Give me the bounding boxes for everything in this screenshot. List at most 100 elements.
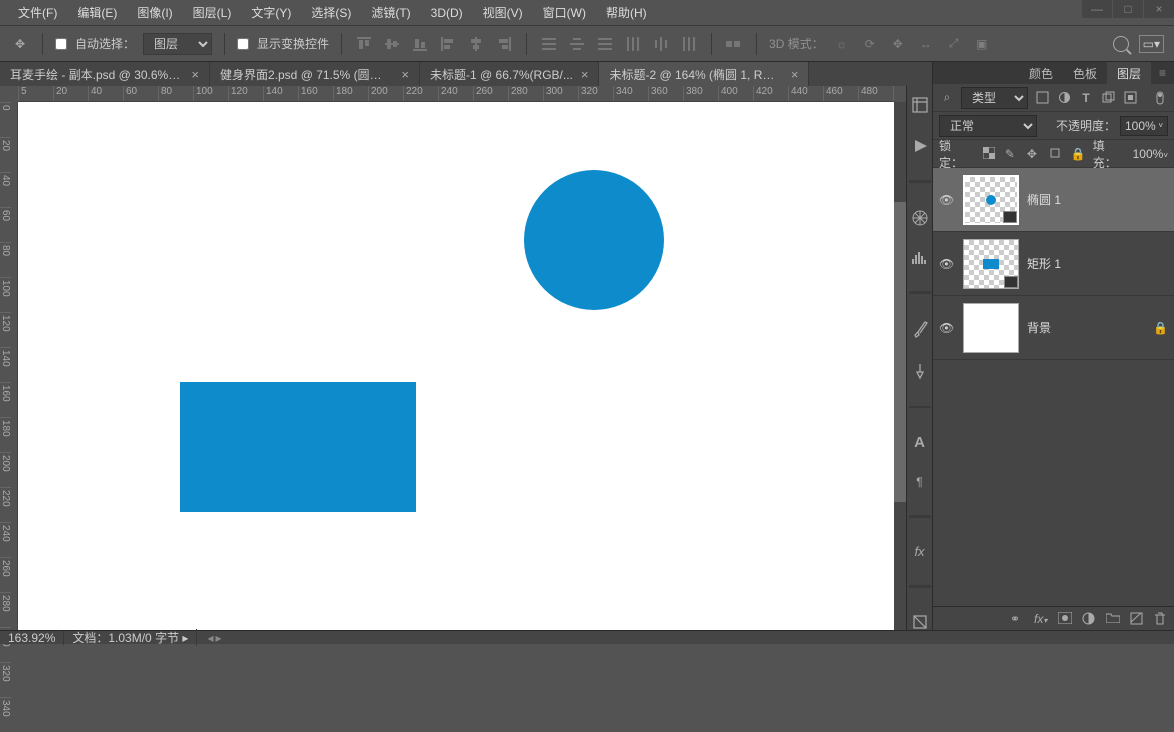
layer-thumbnail[interactable] [963,239,1019,289]
align-top-icon[interactable] [354,34,374,54]
menu-4[interactable]: 文字(Y) [241,0,301,25]
filter-type-dropdown[interactable]: 类型 [961,87,1028,109]
tab-close-icon[interactable]: × [401,67,409,82]
menu-5[interactable]: 选择(S) [301,0,361,25]
auto-select-checkbox[interactable] [55,38,67,50]
lock-transparent-icon[interactable] [983,147,997,161]
orbit-3d-icon[interactable]: ☼ [832,34,852,54]
character-panel-icon[interactable]: A [911,434,929,451]
rectangle-shape[interactable] [180,382,416,512]
panel-tab-layers[interactable]: 图层 [1107,62,1151,85]
tab-close-icon[interactable]: × [581,67,589,82]
delete-layer-icon[interactable] [1154,612,1168,626]
document-tab-1[interactable]: 健身界面2.psd @ 71.5% (圆角矩...× [210,62,420,86]
align-vcenter-icon[interactable] [382,34,402,54]
distribute-vcenter-icon[interactable] [567,34,587,54]
tab-close-icon[interactable]: × [791,67,799,82]
filter-shape-icon[interactable] [1100,90,1116,106]
history-icon[interactable] [911,96,929,114]
doc-info[interactable]: 文档：1.03M/0 字节 ▸ [64,629,197,646]
adjustment-layer-icon[interactable]: ▾ [1082,612,1096,626]
layer-name[interactable]: 矩形 1 [1027,255,1061,272]
layer-mask-icon[interactable] [1058,612,1072,626]
align-left-icon[interactable] [438,34,458,54]
close-button[interactable]: × [1144,0,1174,18]
menu-6[interactable]: 滤镜(T) [361,0,420,25]
layer-row-1[interactable]: 👁 矩形 1 [933,232,1174,296]
blend-mode-dropdown[interactable]: 正常 [939,115,1037,137]
menu-2[interactable]: 图像(I) [127,0,182,25]
scroll-right-icon[interactable]: ▸ [215,631,221,645]
auto-select-dropdown[interactable]: 图层 [143,33,212,55]
share-icon[interactable]: ▭▾ [1139,35,1164,53]
pan-3d-icon[interactable]: ✥ [888,34,908,54]
distribute-top-icon[interactable] [539,34,559,54]
slide-3d-icon[interactable]: ↔ [916,34,936,54]
visibility-icon[interactable]: 👁 [939,321,955,335]
visibility-icon[interactable]: 👁 [939,257,955,271]
distribute-left-icon[interactable] [623,34,643,54]
show-transform-checkbox[interactable] [237,38,249,50]
document-tab-0[interactable]: 耳麦手绘 - 副本.psd @ 30.6% (...× [0,62,210,86]
tab-close-icon[interactable]: × [191,67,199,82]
camera-3d-icon[interactable]: ▣ [972,34,992,54]
align-bottom-icon[interactable] [410,34,430,54]
align-hcenter-icon[interactable] [466,34,486,54]
layer-thumbnail[interactable] [963,175,1019,225]
menu-9[interactable]: 窗口(W) [533,0,596,25]
document-tab-2[interactable]: 未标题-1 @ 66.7%(RGB/...× [420,62,599,86]
layer-row-0[interactable]: 👁 椭圆 1 [933,168,1174,232]
roll-3d-icon[interactable]: ⟳ [860,34,880,54]
layer-fx-icon[interactable]: fx▾ [1034,612,1048,626]
layer-name[interactable]: 椭圆 1 [1027,191,1061,208]
layer-thumbnail[interactable] [963,303,1019,353]
distribute-hcenter-icon[interactable] [651,34,671,54]
vertical-scrollbar[interactable] [894,102,906,630]
align-right-icon[interactable] [494,34,514,54]
menu-1[interactable]: 编辑(E) [67,0,127,25]
layer-name[interactable]: 背景 [1027,319,1051,336]
menu-3[interactable]: 图层(L) [183,0,242,25]
filter-adjust-icon[interactable] [1056,90,1072,106]
fill-field[interactable]: 100%˅ [1133,147,1168,161]
lock-artboard-icon[interactable] [1049,147,1063,161]
lock-position-icon[interactable]: ✥ [1027,147,1041,161]
brush-panel-icon[interactable] [911,320,929,338]
play-icon[interactable] [911,138,929,154]
visibility-icon[interactable]: 👁 [939,193,955,207]
opacity-field[interactable]: 100%˅ [1120,116,1168,136]
panel-menu-icon[interactable]: ≡ [1151,66,1174,80]
ellipse-shape[interactable] [524,170,664,310]
filter-pixel-icon[interactable] [1034,90,1050,106]
paragraph-panel-icon[interactable]: ¶ [911,475,929,489]
filter-toggle-icon[interactable] [1152,90,1168,106]
link-layers-icon[interactable]: ⚭ [1010,612,1024,626]
brush-settings-icon[interactable] [911,362,929,380]
menu-0[interactable]: 文件(F) [8,0,67,25]
scroll-left-icon[interactable]: ◂ [207,631,213,645]
panel-tab-color[interactable]: 颜色 [1019,62,1063,85]
document-tab-3[interactable]: 未标题-2 @ 164% (椭圆 1, RGB/8) *× [599,62,809,86]
group-layers-icon[interactable] [1106,612,1120,626]
lock-all-icon[interactable]: 🔒 [1071,147,1085,161]
menu-10[interactable]: 帮助(H) [596,0,657,25]
search-icon[interactable] [1113,36,1129,52]
panel-tab-swatches[interactable]: 色板 [1063,62,1107,85]
zoom-display[interactable]: 163.92% [0,631,64,645]
layer-row-2[interactable]: 👁背景🔒 [933,296,1174,360]
distribute-bottom-icon[interactable] [595,34,615,54]
auto-align-icon[interactable] [724,34,744,54]
minimize-button[interactable]: — [1082,0,1112,18]
distribute-right-icon[interactable] [679,34,699,54]
menu-8[interactable]: 视图(V) [473,0,533,25]
compass-icon[interactable] [911,209,929,227]
scale-3d-icon[interactable]: ⤢ [944,34,964,54]
filter-smart-icon[interactable] [1122,90,1138,106]
filter-type-icon[interactable]: T [1078,90,1094,106]
new-layer-icon[interactable] [1130,612,1144,626]
lock-paint-icon[interactable]: ✎ [1005,147,1019,161]
styles-panel-icon[interactable] [911,614,929,630]
menu-7[interactable]: 3D(D) [421,2,473,24]
canvas[interactable] [18,102,894,630]
fx-panel-icon[interactable]: fx [911,544,929,559]
